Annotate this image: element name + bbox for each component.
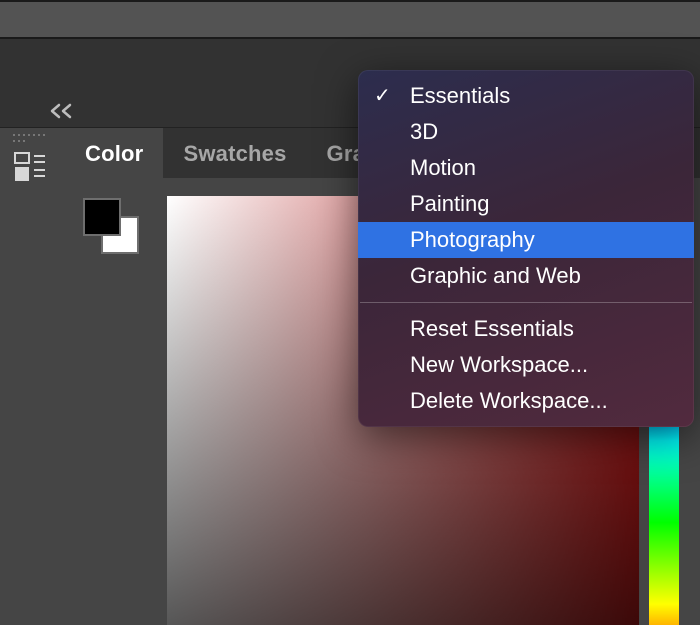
workspace-action-new[interactable]: New Workspace... [358,347,694,383]
workspace-item-graphic-and-web[interactable]: Graphic and Web [358,258,694,294]
workspace-item-painting[interactable]: Painting [358,186,694,222]
menu-item-label: Delete Workspace... [410,388,608,413]
double-chevron-left-icon [48,103,76,119]
workspace-menu[interactable]: ✓ Essentials 3D Motion Painting Photogra… [358,70,694,427]
tab-swatches[interactable]: Swatches [163,128,306,178]
workspace-item-motion[interactable]: Motion [358,150,694,186]
workspace-item-essentials[interactable]: ✓ Essentials [358,78,694,114]
tab-color[interactable]: Color [65,128,163,178]
menu-item-label: Essentials [410,83,510,108]
dock-grip-icon [13,134,49,142]
workspace-item-photography[interactable]: Photography [358,222,694,258]
workspace-action-delete[interactable]: Delete Workspace... [358,383,694,419]
panel-thumbnail-icon[interactable] [14,152,48,186]
menu-item-label: Graphic and Web [410,263,581,288]
menu-item-label: Reset Essentials [410,316,574,341]
panel-dock [0,127,66,625]
foreground-color-swatch[interactable] [83,198,121,236]
menu-item-label: New Workspace... [410,352,588,377]
foreground-background-swatches[interactable] [83,198,143,258]
menu-item-label: 3D [410,119,438,144]
menu-item-label: Motion [410,155,476,180]
menu-item-label: Painting [410,191,490,216]
checkmark-icon: ✓ [374,78,391,114]
workspace-item-3d[interactable]: 3D [358,114,694,150]
panel-collapse-button[interactable] [48,103,76,119]
app-titlebar [0,2,700,37]
workspace-action-reset[interactable]: Reset Essentials [358,311,694,347]
menu-item-label: Photography [410,227,535,252]
menu-separator [360,302,692,303]
